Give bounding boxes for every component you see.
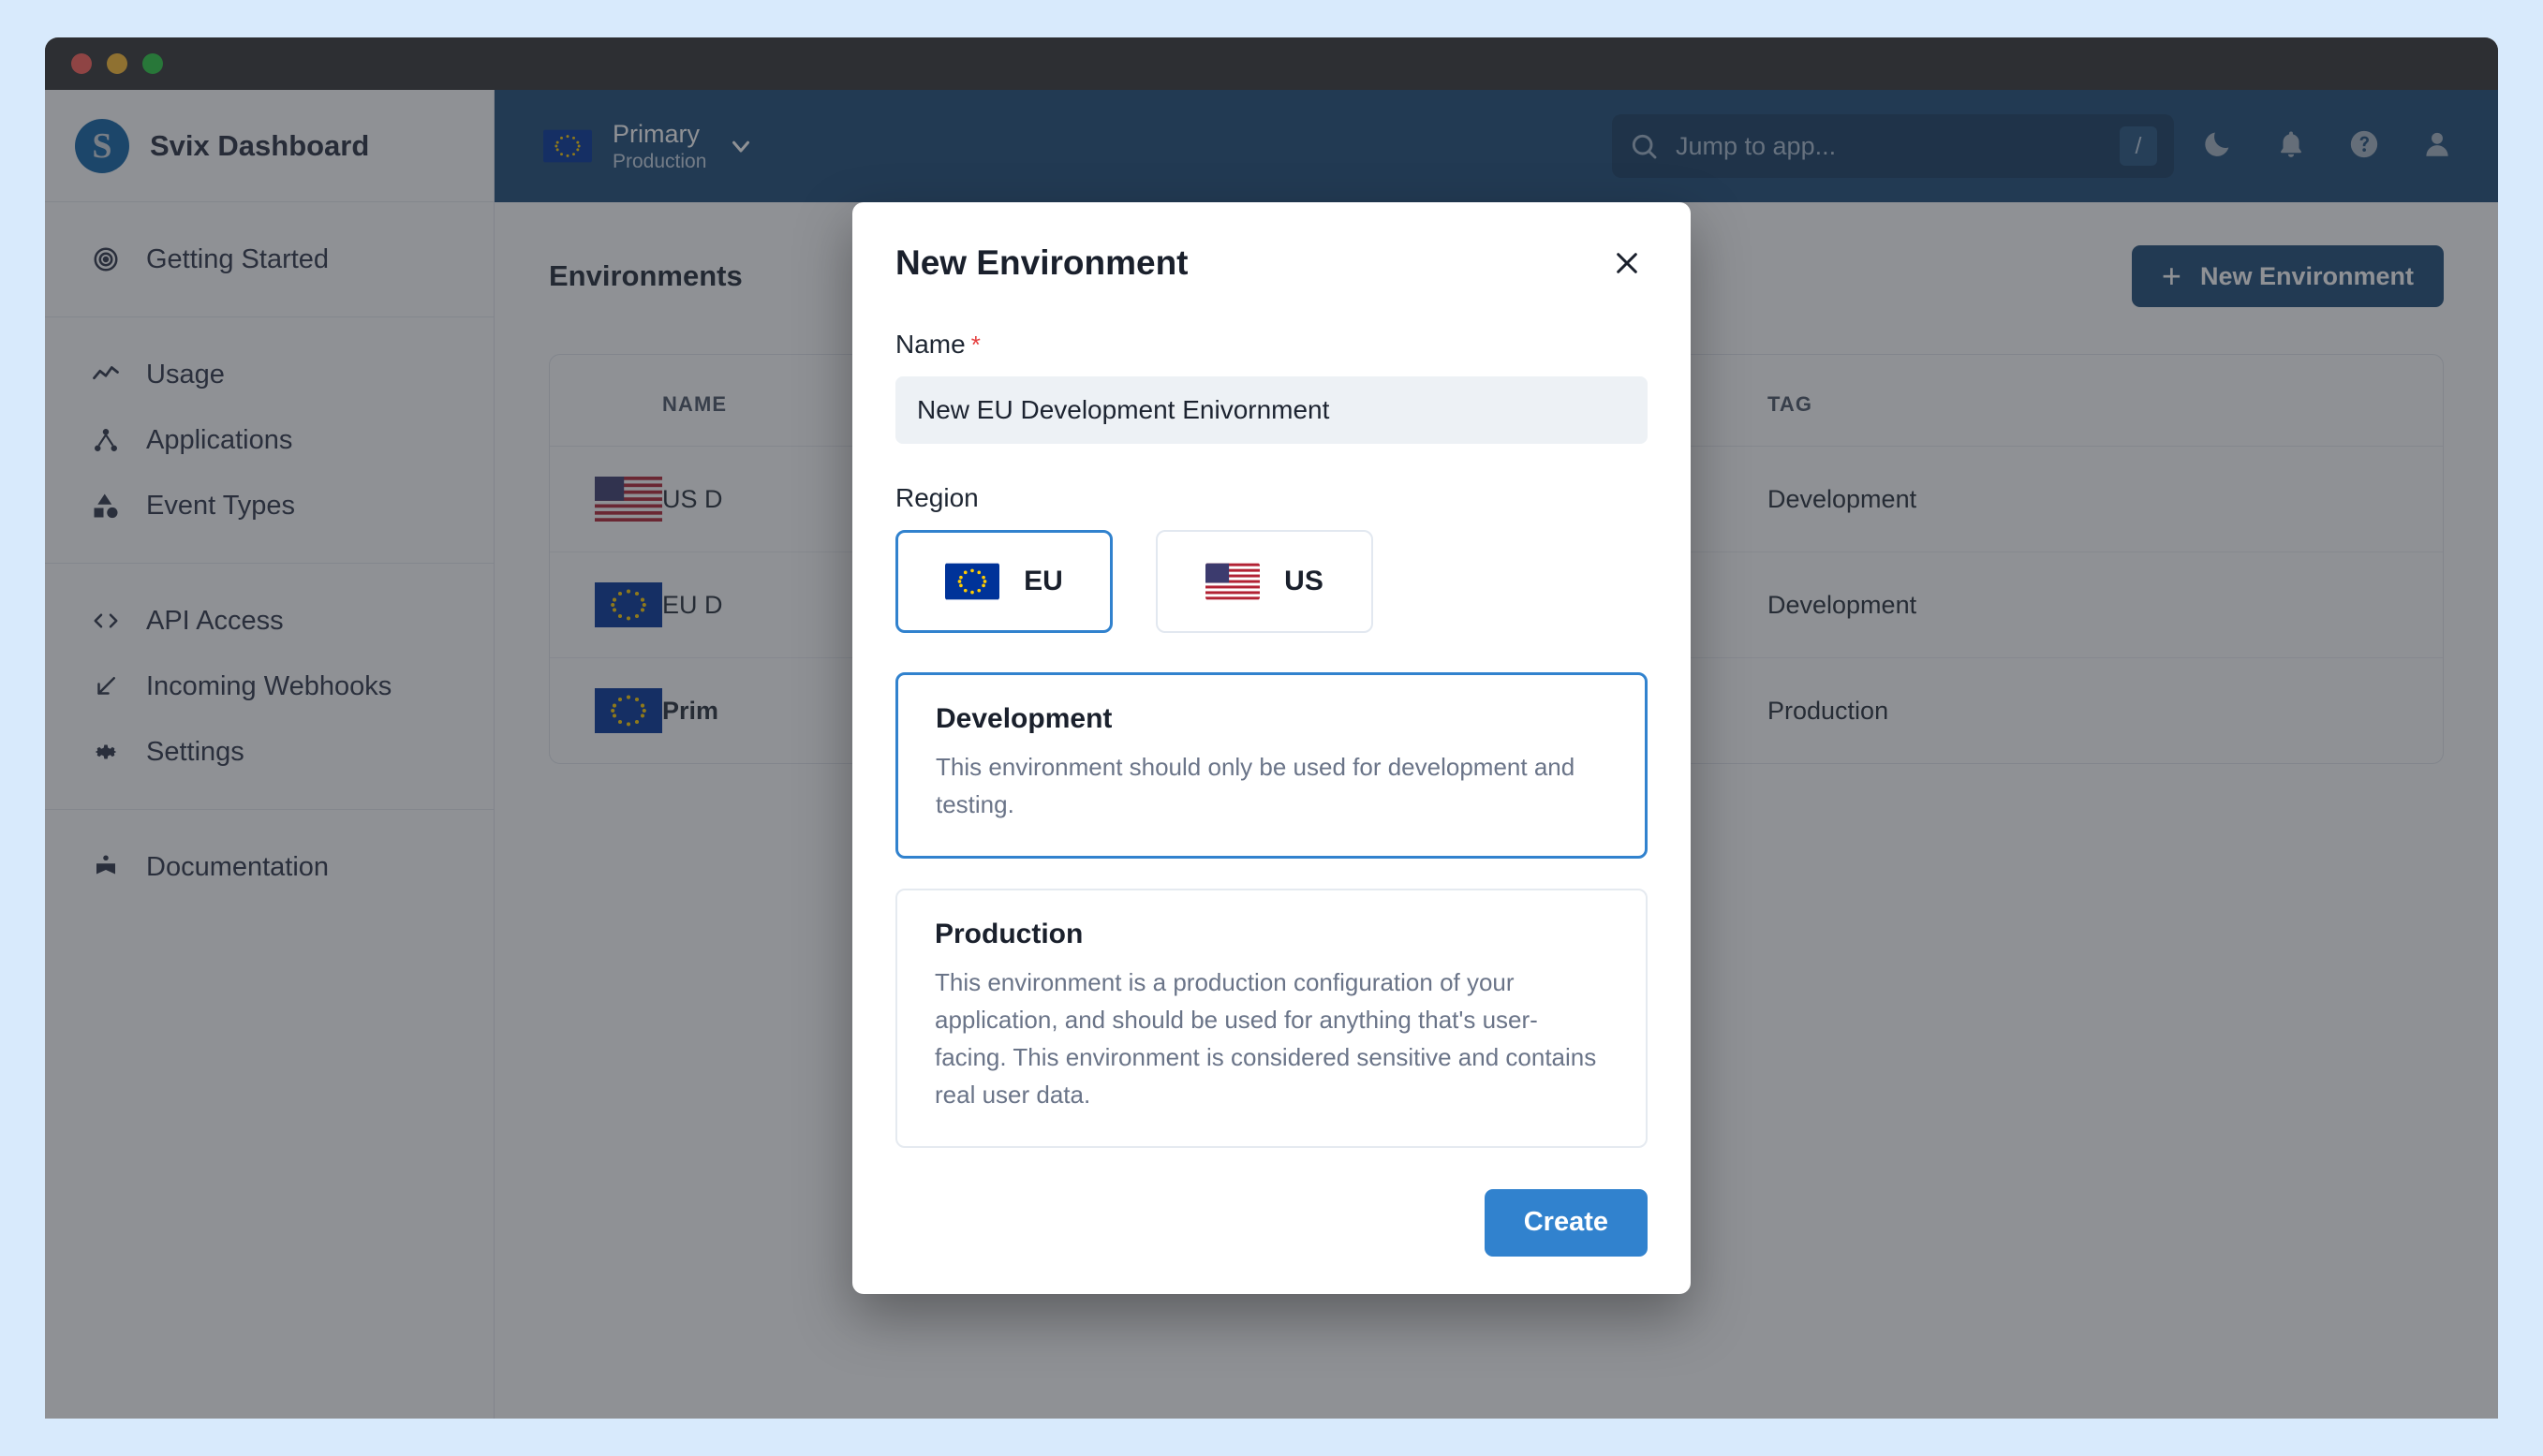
- create-button[interactable]: Create: [1484, 1188, 1648, 1257]
- region-option-label: EU: [1024, 566, 1063, 596]
- name-field-label: Name *: [895, 330, 1648, 360]
- name-label-text: Name: [895, 330, 966, 359]
- required-marker: *: [970, 331, 981, 359]
- environment-type-production[interactable]: Production This environment is a product…: [895, 888, 1648, 1148]
- modal-footer: Create: [895, 1188, 1648, 1257]
- type-description: This environment is a production configu…: [935, 967, 1597, 1110]
- type-description: This environment should only be used for…: [936, 753, 1575, 819]
- region-option-us[interactable]: US: [1156, 530, 1373, 633]
- environment-type-development[interactable]: Development This environment should only…: [895, 672, 1648, 859]
- environment-name-input[interactable]: [895, 376, 1648, 444]
- type-title: Development: [936, 703, 1113, 734]
- region-option-label: US: [1284, 566, 1323, 596]
- close-icon: [1612, 248, 1642, 281]
- region-label-text: Region: [895, 483, 979, 512]
- new-environment-modal: New Environment Name * Region: [852, 202, 1691, 1294]
- region-field-label: Region: [895, 483, 1648, 513]
- region-options: EU US: [895, 530, 1648, 633]
- us-flag-icon: [1205, 563, 1261, 600]
- region-option-eu[interactable]: EU: [895, 530, 1113, 633]
- close-button[interactable]: [1606, 243, 1648, 285]
- modal-title: New Environment: [895, 243, 1189, 282]
- type-title: Production: [935, 918, 1084, 949]
- modal-header: New Environment: [895, 243, 1648, 285]
- eu-flag-icon: [945, 563, 1000, 600]
